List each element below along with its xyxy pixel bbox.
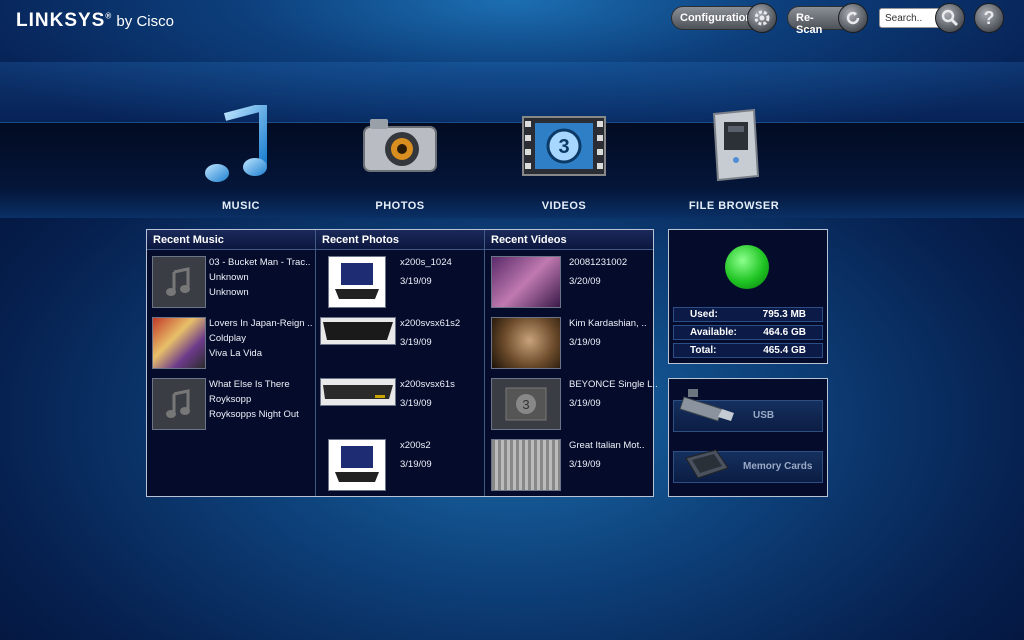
logo-brand: LINKSYS [16,10,106,31]
recent-videos-column: Recent Videos 20081231002 3/20/09 Kim Ka… [485,230,658,496]
nav-file-browser[interactable]: FILE BROWSER [664,100,804,212]
music-artist: Coldplay [209,333,246,344]
nav-music[interactable]: MUSIC [171,100,311,212]
video-name: Kim Kardashian, .. [569,318,647,329]
total-label: Total: [690,345,717,356]
total-value: 465.4 GB [763,345,806,356]
video-date: 3/19/09 [569,398,601,409]
recent-media-panel: Recent Music 03 - Bucket Man - Trac.. Un… [146,229,658,497]
photo-thumbnail [328,439,386,491]
memory-card-icon [685,449,729,479]
music-note-icon [152,256,206,308]
help-button[interactable]: ? [974,3,1004,33]
video-thumbnail [491,317,561,369]
refresh-icon[interactable] [838,3,868,33]
camera-icon [330,100,470,192]
photo-item[interactable]: x200s2 3/19/09 [316,437,484,495]
memory-cards-label: Memory Cards [743,461,813,472]
photo-name: x200s_1024 [400,257,452,268]
video-item[interactable]: Great Italian Mot.. 3/19/09 [485,437,653,495]
music-item[interactable]: What Else Is There Royksopp Royksopps Ni… [147,376,315,434]
memory-cards-device[interactable]: Memory Cards [673,449,823,483]
video-name: Great Italian Mot.. [569,440,645,451]
music-album: Viva La Vida [209,348,262,359]
svg-text:3: 3 [522,397,529,412]
photo-name: x200svsx61s2 [400,318,461,329]
available-row: Available: 464.6 GB [673,325,823,340]
usb-drive-icon [679,389,734,422]
linksys-logo: LINKSYS® by Cisco [16,10,174,32]
music-title: 03 - Bucket Man - Trac.. [209,257,311,268]
nav-videos[interactable]: 3 VIDEOS [494,100,634,212]
photo-thumbnail [320,378,396,406]
video-date: 3/20/09 [569,276,601,287]
recent-photos-column: Recent Photos x200s_1024 3/19/09 x200svs… [316,230,485,496]
video-name: 20081231002 [569,257,628,268]
usb-label: USB [753,410,775,421]
used-label: Used: [690,309,718,320]
music-album: Royksopps Night Out [209,409,299,420]
available-value: 464.6 GB [763,327,806,338]
search-placeholder: Search.. [885,13,923,24]
photo-date: 3/19/09 [400,398,432,409]
photo-name: x200s2 [400,440,431,451]
nav-file-browser-label: FILE BROWSER [688,200,780,212]
devices-panel: USB Memory Cards [668,378,828,497]
nav-photos[interactable]: PHOTOS [330,100,470,212]
nav-videos-label: VIDEOS [541,200,587,212]
recent-photos-header: Recent Photos [316,230,484,250]
album-art [152,317,206,369]
music-title: Lovers In Japan-Reign .. [209,318,313,329]
search-input[interactable]: Search.. [879,8,941,28]
gear-icon[interactable] [747,3,777,33]
usb-device[interactable]: USB [673,389,823,432]
video-item[interactable]: Kim Kardashian, .. 3/19/09 [485,315,653,373]
photo-date: 3/19/09 [400,337,432,348]
recent-music-header: Recent Music [147,230,315,250]
svg-text:3: 3 [558,136,569,158]
total-row: Total: 465.4 GB [673,343,823,358]
photo-thumbnail [320,317,396,345]
nav-photos-label: PHOTOS [375,200,425,212]
music-item[interactable]: 03 - Bucket Man - Trac.. Unknown Unknown [147,254,315,312]
available-label: Available: [690,327,737,338]
nav-music-label: MUSIC [222,200,260,212]
configuration-label: Configuration [680,12,753,24]
video-name: BEYONCE Single L.. [569,379,658,390]
music-note-icon [171,100,311,192]
photo-item[interactable]: x200svsx61s2 3/19/09 [316,315,484,373]
video-item[interactable]: 20081231002 3/20/09 [485,254,653,312]
photo-item[interactable]: x200svsx61s 3/19/09 [316,376,484,434]
music-item[interactable]: Lovers In Japan-Reign .. Coldplay Viva L… [147,315,315,373]
photo-name: x200svsx61s [400,379,455,390]
music-title: What Else Is There [209,379,290,390]
question-icon: ? [983,7,995,28]
photo-thumbnail [328,256,386,308]
status-led [725,245,769,289]
photo-date: 3/19/09 [400,276,432,287]
magnifier-icon[interactable] [935,3,965,33]
rescan-label: Re-Scan [796,12,823,36]
video-item[interactable]: 3 BEYONCE Single L.. 3/19/09 [485,376,658,434]
film-icon: 3 [491,378,561,430]
video-date: 3/19/09 [569,459,601,470]
music-note-icon [152,378,206,430]
storage-status-panel: Used: 795.3 MB Available: 464.6 GB Total… [668,229,828,364]
photo-date: 3/19/09 [400,459,432,470]
recent-music-column: Recent Music 03 - Bucket Man - Trac.. Un… [147,230,316,496]
music-album: Unknown [209,287,249,298]
server-icon [664,100,804,192]
used-row: Used: 795.3 MB [673,307,823,322]
video-thumbnail [491,256,561,308]
recent-videos-header: Recent Videos [485,230,653,250]
logo-sub: by Cisco [112,13,174,30]
video-thumbnail [491,439,561,491]
used-value: 795.3 MB [762,309,806,320]
music-artist: Royksopp [209,394,252,405]
music-artist: Unknown [209,272,249,283]
film-icon: 3 [494,100,634,192]
photo-item[interactable]: x200s_1024 3/19/09 [316,254,484,312]
video-date: 3/19/09 [569,337,601,348]
